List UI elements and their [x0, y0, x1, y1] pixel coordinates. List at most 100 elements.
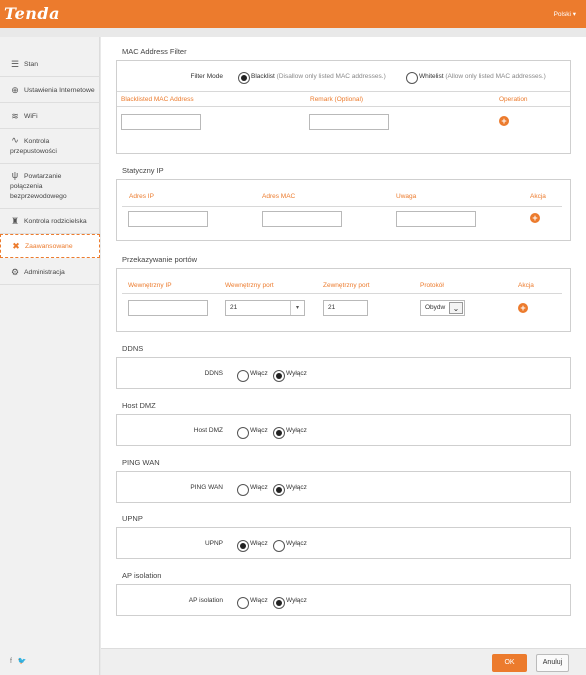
- ap-isolation-enable-radio[interactable]: [237, 597, 249, 609]
- ddns-enable-label: Włącz: [250, 370, 268, 377]
- ping-enable-label: Włącz: [250, 484, 268, 491]
- sidebar-item-repeater[interactable]: ψ Powtarzanie połączenia bezprzewodowego: [0, 164, 100, 209]
- language-selector[interactable]: Polski ▾: [554, 10, 576, 18]
- ap-isolation-enable-label: Włącz: [250, 597, 268, 604]
- ap-isolation-label: AP isolation: [188, 597, 223, 604]
- ping-disable-radio[interactable]: [273, 484, 285, 496]
- divider: [122, 293, 562, 294]
- remark-input[interactable]: [309, 114, 389, 130]
- ping-enable-radio[interactable]: [237, 484, 249, 496]
- top-bar: Tenda Polski ▾: [0, 0, 586, 28]
- cancel-button[interactable]: Anuluj: [536, 654, 569, 672]
- col-external-port: Zewnętrzny port: [323, 282, 370, 289]
- sidebar-item-label: Administracja: [24, 269, 65, 276]
- chevron-down-icon: ▾: [290, 301, 304, 315]
- add-icon[interactable]: +: [530, 213, 540, 223]
- col-internal-port: Wewnętrzny port: [225, 282, 274, 289]
- section-title-dmz: Host DMZ: [122, 401, 156, 410]
- ping-wan-panel: PING WAN Włącz Wyłącz: [116, 471, 571, 503]
- col-internal-ip: Wewnętrzny IP: [128, 282, 172, 289]
- ddns-enable-radio[interactable]: [237, 370, 249, 382]
- sidebar-item-label: przepustowości: [10, 148, 57, 155]
- section-title-upnp: UPNP: [122, 514, 143, 523]
- ddns-label: DDNS: [204, 370, 223, 377]
- section-title-mac-filter: MAC Address Filter: [122, 47, 187, 56]
- col-ip-address: Adres IP: [129, 193, 154, 200]
- gear-icon: ⚙: [10, 267, 20, 277]
- internal-port-select[interactable]: 21 ▾: [225, 300, 305, 316]
- wifi-icon: ≋: [11, 111, 19, 121]
- mac-filter-panel: Filter Mode Blacklist (Disallow only lis…: [116, 60, 571, 154]
- sidebar-item-parental[interactable]: ♜ Kontrola rodzicielska: [0, 209, 100, 234]
- whitelist-radio[interactable]: [406, 72, 418, 84]
- dmz-label: Host DMZ: [193, 427, 223, 434]
- blacklist-option: Blacklist (Disallow only listed MAC addr…: [251, 73, 386, 80]
- sidebar-item-internet[interactable]: ⊕ Ustawienia Internetowe: [0, 77, 100, 103]
- mac-address-input[interactable]: [121, 114, 201, 130]
- dmz-enable-label: Włącz: [250, 427, 268, 434]
- col-note: Uwaga: [396, 193, 417, 200]
- chevron-down-icon: ⌄: [449, 302, 463, 314]
- sidebar-item-label: WiFi: [24, 113, 38, 120]
- divider: [117, 91, 570, 92]
- ddns-panel: DDNS Włącz Wyłącz: [116, 357, 571, 389]
- filter-mode-label: Filter Mode: [190, 73, 223, 80]
- static-ip-panel: Adres IP Adres MAC Uwaga Akcja +: [116, 179, 571, 241]
- upnp-panel: UPNP Włącz Wyłącz: [116, 527, 571, 559]
- sidebar-item-label: bezprzewodowego: [10, 193, 67, 200]
- globe-icon: ⊕: [11, 85, 19, 95]
- upnp-enable-radio[interactable]: [237, 540, 249, 552]
- ok-button[interactable]: OK: [492, 654, 527, 672]
- ap-isolation-panel: AP isolation Włącz Wyłącz: [116, 584, 571, 616]
- protocol-select[interactable]: Obydw ⌄: [420, 300, 465, 316]
- ap-isolation-disable-label: Wyłącz: [286, 597, 307, 604]
- upnp-disable-radio[interactable]: [273, 540, 285, 552]
- whitelist-option: Whitelist (Allow only listed MAC address…: [419, 73, 546, 80]
- divider: [122, 206, 562, 207]
- sidebar-item-label: Powtarzanie: [24, 173, 62, 180]
- section-title-ap-isolation: AP isolation: [122, 571, 162, 580]
- dmz-disable-radio[interactable]: [273, 427, 285, 439]
- col-action: Akcja: [530, 193, 546, 200]
- add-icon[interactable]: +: [499, 116, 509, 126]
- static-note-input[interactable]: [396, 211, 476, 227]
- repeater-icon: ψ: [11, 170, 19, 180]
- static-ip-input[interactable]: [128, 211, 208, 227]
- dmz-enable-radio[interactable]: [237, 427, 249, 439]
- sidebar-item-label: połączenia: [10, 183, 43, 190]
- divider: [117, 106, 570, 107]
- social-icons[interactable]: f 🐦: [10, 657, 29, 665]
- ping-disable-label: Wyłącz: [286, 484, 307, 491]
- sidebar-item-label: Stan: [24, 61, 38, 68]
- sidebar: ☰ Stan ⊕ Ustawienia Internetowe ≋ WiFi ∿…: [0, 37, 100, 675]
- col-protocol: Protokół: [420, 282, 444, 289]
- sidebar-item-wifi[interactable]: ≋ WiFi: [0, 103, 100, 129]
- ddns-disable-radio[interactable]: [273, 370, 285, 382]
- sidebar-item-advanced[interactable]: ✖ Zaawansowane: [0, 234, 100, 258]
- ddns-disable-label: Wyłącz: [286, 370, 307, 377]
- col-action: Akcja: [518, 282, 534, 289]
- internal-ip-input[interactable]: [128, 300, 208, 316]
- col-operation: Operation: [499, 96, 528, 103]
- upnp-label: UPNP: [204, 540, 223, 547]
- section-title-static-ip: Statyczny IP: [122, 166, 164, 175]
- dmz-disable-label: Wyłącz: [286, 427, 307, 434]
- parental-icon: ♜: [10, 216, 20, 226]
- add-icon[interactable]: +: [518, 303, 528, 313]
- section-title-port-forwarding: Przekazywanie portów: [122, 255, 198, 264]
- col-blacklisted-mac: Blacklisted MAC Address: [121, 96, 194, 103]
- sidebar-item-label: Kontrola: [24, 138, 50, 145]
- sidebar-item-bandwidth[interactable]: ∿ Kontrola przepustowości: [0, 129, 100, 164]
- blacklist-radio[interactable]: [238, 72, 250, 84]
- static-mac-input[interactable]: [262, 211, 342, 227]
- sidebar-item-admin[interactable]: ⚙ Administracja: [0, 259, 100, 285]
- tools-icon: ✖: [12, 241, 20, 251]
- sidebar-item-status[interactable]: ☰ Stan: [0, 51, 100, 77]
- external-port-input[interactable]: 21: [323, 300, 368, 316]
- ap-isolation-disable-radio[interactable]: [273, 597, 285, 609]
- main-content: MAC Address Filter Filter Mode Blacklist…: [101, 37, 586, 675]
- section-title-ping-wan: PING WAN: [122, 458, 160, 467]
- ping-wan-label: PING WAN: [190, 484, 223, 491]
- tenda-logo: Tenda: [4, 4, 60, 23]
- port-forwarding-panel: Wewnętrzny IP Wewnętrzny port Zewnętrzny…: [116, 268, 571, 332]
